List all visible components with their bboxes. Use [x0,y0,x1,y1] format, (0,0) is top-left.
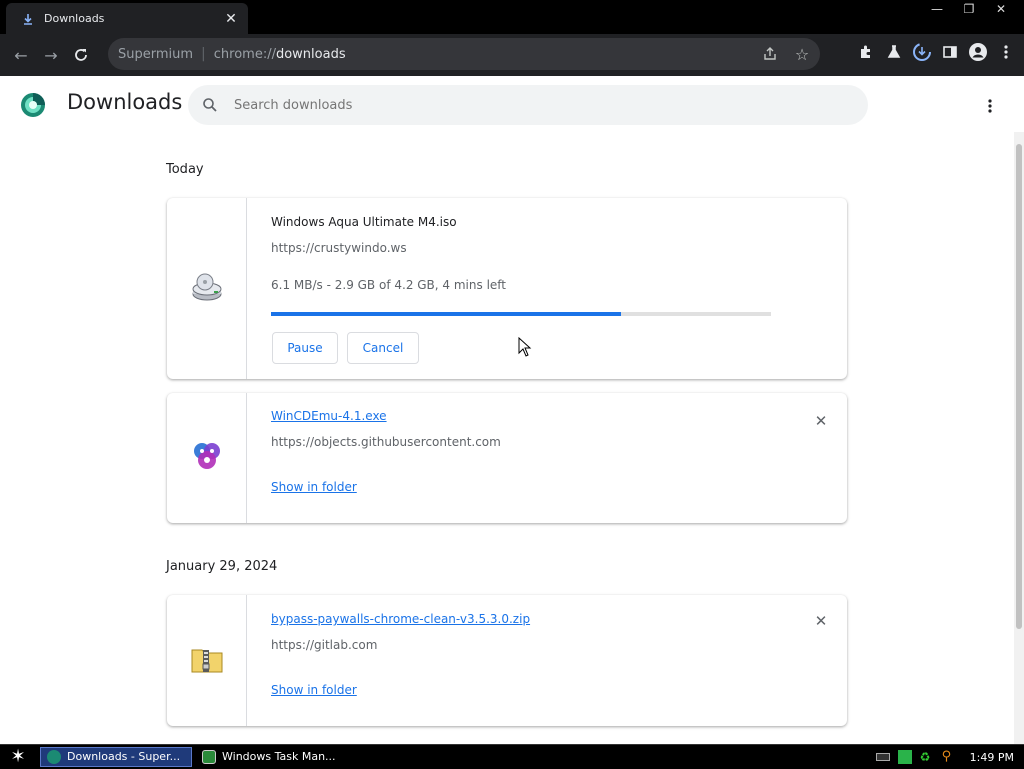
search-input[interactable] [234,97,834,113]
restore-icon[interactable]: ❐ [956,0,982,18]
minimize-icon[interactable]: — [924,0,950,18]
pause-button[interactable]: Pause [272,332,338,364]
file-icon-column [167,393,247,523]
file-name-link[interactable]: WinCDEmu-4.1.exe [271,409,387,423]
date-heading: Today [166,162,204,177]
remove-icon[interactable]: ✕ [813,412,829,430]
search-icon [202,97,218,113]
download-item: WinCDEmu-4.1.exe https://objects.githubu… [167,393,847,523]
url-text: chrome://downloads [214,47,346,62]
show-in-folder-link[interactable]: Show in folder [271,683,357,697]
file-icon-column [167,595,247,726]
cancel-button[interactable]: Cancel [347,332,419,364]
page-more-icon[interactable] [978,94,1002,118]
system-tray: ♻ ⚲ 1:49 PM [875,745,1024,769]
labs-flask-icon[interactable] [882,40,906,64]
file-source[interactable]: https://objects.githubusercontent.com [271,435,501,449]
side-panel-icon[interactable] [938,40,962,64]
tab-close-icon[interactable]: ✕ [222,10,240,28]
download-status: 6.1 MB/s - 2.9 GB of 4.2 GB, 4 mins left [271,278,507,292]
download-progress-fill [271,312,621,316]
show-in-folder-link[interactable]: Show in folder [271,480,357,494]
search-bar[interactable] [188,85,868,125]
bookmark-star-icon[interactable]: ☆ [790,42,814,66]
tab-downloads[interactable]: Downloads ✕ [6,3,248,34]
wincdemu-app-icon [190,439,224,477]
file-source[interactable]: https://crustywindo.ws [271,241,407,255]
start-button-icon[interactable]: ✶ [0,745,36,769]
download-icon [20,11,36,27]
taskbar-item-label: Downloads - Super... [67,750,181,763]
download-progress-icon[interactable] [910,40,934,64]
page-title: Downloads [67,90,183,114]
omnibox-separator: | [201,46,206,62]
date-heading: January 29, 2024 [166,559,278,574]
tab-title: Downloads [44,12,105,25]
toolbar-right-icons [854,40,1018,64]
file-name-link[interactable]: bypass-paywalls-chrome-clean-v3.5.3.0.zi… [271,612,530,626]
extensions-icon[interactable] [854,40,878,64]
omnibox-actions: ☆ [758,42,814,66]
browser-app-icon [47,749,61,764]
network-icon[interactable] [897,750,912,764]
taskbar: ✶ Downloads - Super... Windows Task Man.… [0,744,1024,768]
taskbar-item-task-manager[interactable]: Windows Task Man... [196,746,348,767]
url-scheme: chrome:// [213,46,276,62]
share-icon[interactable] [758,42,782,66]
remove-icon[interactable]: ✕ [813,612,829,630]
search-tray-icon[interactable]: ⚲ [942,750,956,764]
taskbar-item-label: Windows Task Man... [222,750,336,763]
browser-toolbar: ← → Supermium | chrome://downloads ☆ [0,34,1024,76]
page-header: Downloads [0,76,1024,132]
clock[interactable]: 1:49 PM [970,751,1014,764]
site-name: Supermium [118,46,194,62]
page-scrollbar[interactable] [1014,132,1024,744]
file-source[interactable]: https://gitlab.com [271,638,377,652]
task-manager-app-icon [202,749,216,764]
recycle-icon[interactable]: ♻ [920,750,934,764]
disc-drive-icon [190,270,224,308]
browser-logo-icon [20,92,46,118]
downloads-page: Downloads Today [0,76,1024,744]
download-item: Windows Aqua Ultimate M4.iso https://cru… [167,198,847,379]
tab-strip: Downloads ✕ — ❐ ✕ [0,0,1024,34]
file-icon-column [167,198,247,379]
file-name: Windows Aqua Ultimate M4.iso [271,215,457,229]
forward-icon[interactable]: → [36,40,66,70]
mouse-cursor-icon [518,336,532,357]
url-host: downloads [275,46,346,62]
taskbar-item-browser[interactable]: Downloads - Super... [40,746,192,767]
scroll-thumb[interactable] [1016,144,1022,629]
window-controls: — ❐ ✕ [924,0,1014,18]
reload-icon[interactable] [66,40,96,70]
omnibox[interactable]: Supermium | chrome://downloads ☆ [108,38,820,70]
keyboard-icon[interactable] [875,753,890,761]
zip-folder-icon [190,642,224,680]
download-progress-bar [271,312,771,316]
download-item: bypass-paywalls-chrome-clean-v3.5.3.0.zi… [167,595,847,726]
browser-menu-icon[interactable] [994,40,1018,64]
profile-avatar-icon[interactable] [966,40,990,64]
close-icon[interactable]: ✕ [988,0,1014,18]
back-icon[interactable]: ← [6,40,36,70]
